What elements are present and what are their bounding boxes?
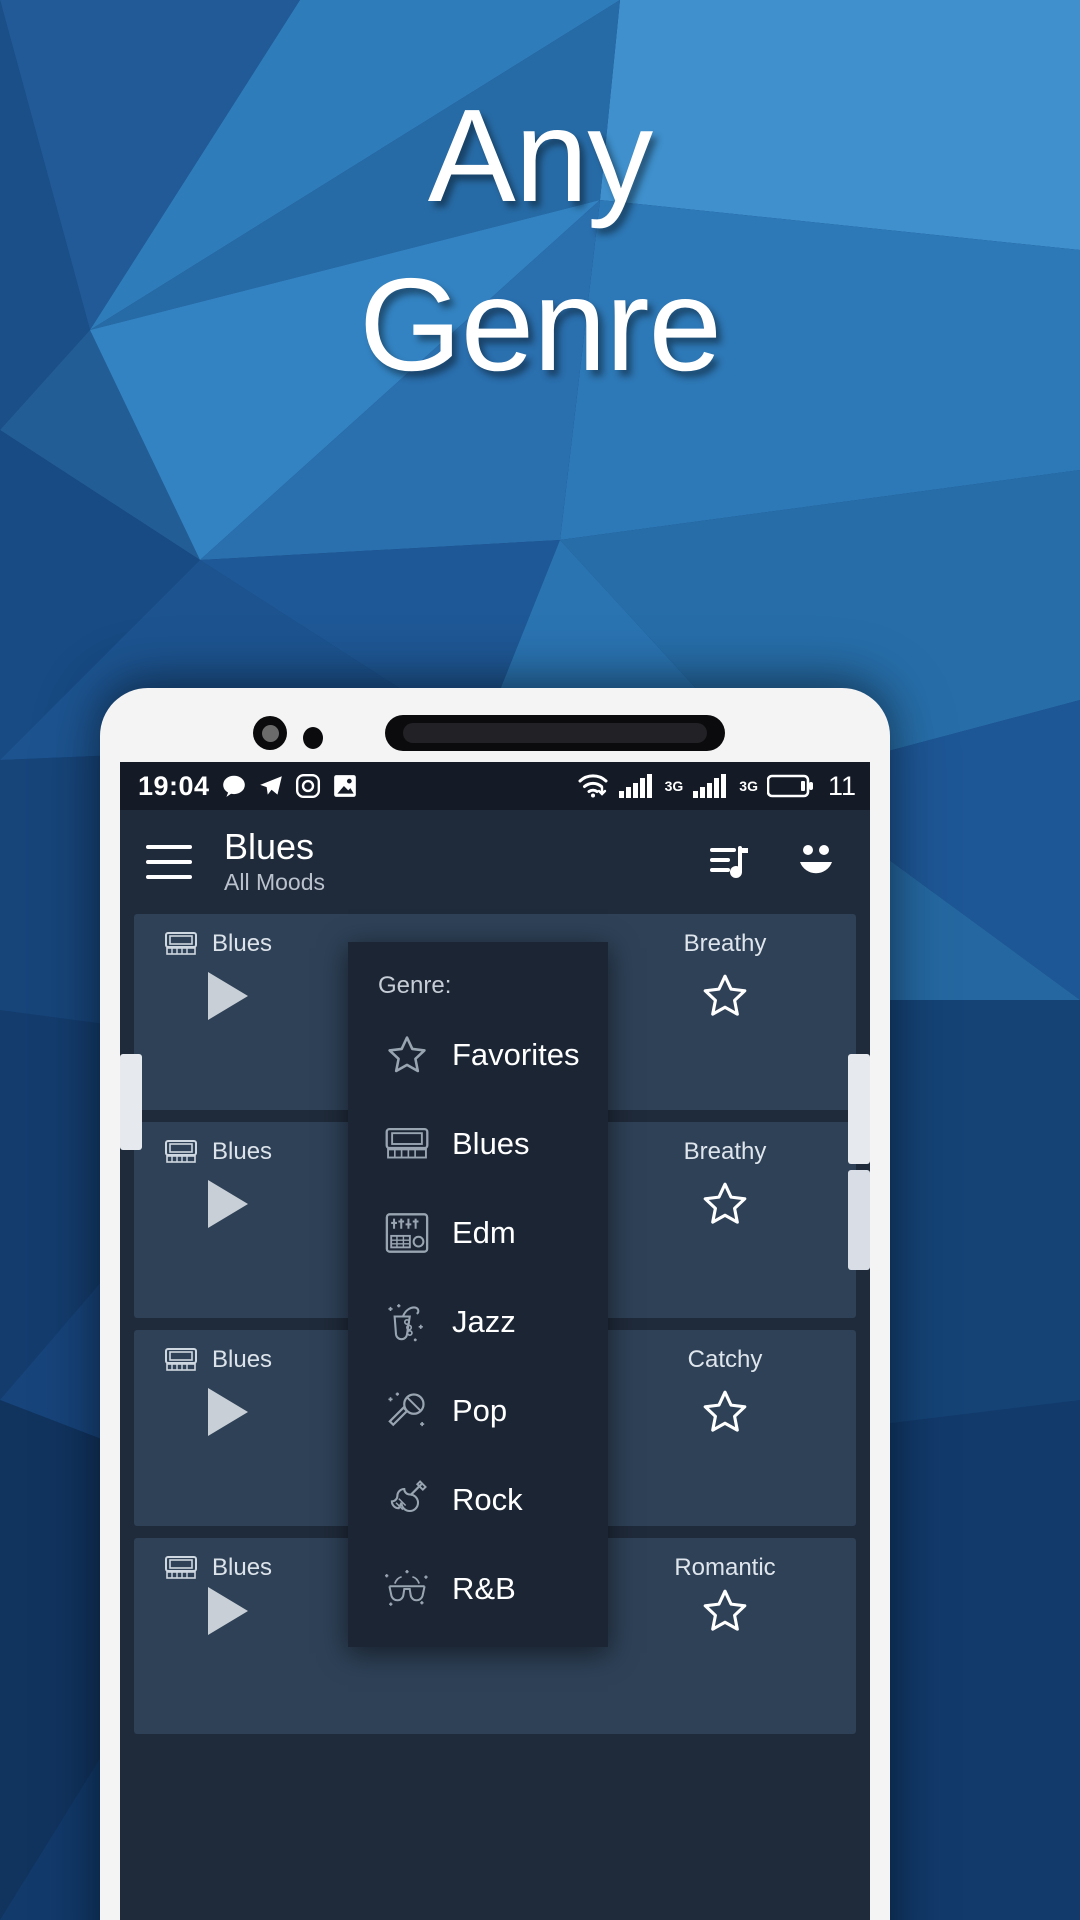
harmonica-icon — [164, 1139, 198, 1165]
battery-icon — [766, 773, 815, 799]
app-bar: Blues All Moods — [120, 810, 870, 914]
network-type-2: 3G — [739, 778, 758, 794]
app-bar-titleblock: Blues All Moods — [224, 828, 325, 896]
scroll-handle-left[interactable] — [120, 1054, 142, 1150]
microphone-icon — [376, 1389, 438, 1433]
menu-item-rnb[interactable]: R&B — [348, 1544, 608, 1633]
status-time: 19:04 — [138, 770, 210, 801]
menu-item-favorites[interactable]: Favorites — [348, 1010, 608, 1099]
favorite-button[interactable] — [620, 1179, 830, 1229]
harmonica-icon — [164, 1347, 198, 1373]
row-genre-label: Blues — [212, 1554, 273, 1581]
scroll-handle-right-2[interactable] — [848, 1170, 870, 1270]
menu-item-jazz[interactable]: Jazz — [348, 1277, 608, 1366]
menu-item-label: Pop — [452, 1392, 508, 1428]
star-icon — [376, 1033, 438, 1077]
harmonica-icon — [164, 931, 198, 957]
play-button[interactable] — [164, 1179, 374, 1228]
menu-item-label: Rock — [452, 1481, 523, 1517]
menu-item-label: Blues — [452, 1125, 530, 1161]
row-genre-label: Blues — [212, 930, 273, 957]
earpiece-speaker — [385, 715, 725, 751]
sunglasses-icon — [376, 1567, 438, 1611]
row-mood: Catchy — [687, 1346, 763, 1373]
network-type-1: 3G — [664, 778, 684, 794]
menu-item-blues[interactable]: Blues — [348, 1099, 608, 1188]
menu-item-label: R&B — [452, 1570, 516, 1606]
menu-item-rock[interactable]: Rock — [348, 1455, 608, 1544]
headline-line-2: Genre — [359, 250, 722, 398]
menu-item-pop[interactable]: Pop — [348, 1366, 608, 1455]
page-title: Blues — [224, 826, 315, 868]
menu-item-label: Favorites — [452, 1036, 580, 1072]
row-mood: Breathy — [683, 930, 767, 957]
phone-screen: 19:04 3G 3G 11 Blues All Moods Blues Bre… — [120, 762, 870, 1920]
smiley-face-icon[interactable] — [794, 842, 838, 882]
row-genre: Blues — [164, 1346, 374, 1374]
scroll-handle-right[interactable] — [848, 1054, 870, 1164]
photo-icon — [332, 773, 358, 799]
playlist-note-icon[interactable] — [710, 843, 752, 881]
dropdown-title: Genre: — [378, 972, 452, 999]
harmonica-icon — [164, 1555, 198, 1581]
play-icon — [208, 1179, 248, 1228]
menu-item-label: Edm — [452, 1214, 516, 1250]
phone-bezel-top — [100, 688, 890, 762]
menu-item-label: Jazz — [452, 1303, 516, 1339]
row-genre-label: Blues — [212, 1138, 273, 1165]
play-button[interactable] — [164, 1587, 374, 1635]
page-subtitle: All Moods — [224, 868, 325, 895]
front-camera-icon — [253, 716, 287, 750]
telegram-icon — [258, 773, 284, 799]
play-button[interactable] — [164, 971, 374, 1020]
message-icon — [221, 773, 247, 799]
star-icon — [703, 1390, 747, 1432]
harmonica-icon — [376, 1125, 438, 1163]
synth-icon — [376, 1211, 438, 1255]
signal-icon — [618, 773, 656, 799]
genre-dropdown-menu: Genre: Favorites Blues Edm Jazz Pop Rock… — [348, 942, 608, 1647]
electric-guitar-icon — [376, 1478, 438, 1522]
play-icon — [208, 1387, 248, 1436]
favorite-button[interactable] — [620, 971, 830, 1021]
menu-item-edm[interactable]: Edm — [348, 1188, 608, 1277]
hamburger-icon[interactable] — [146, 845, 192, 879]
signal-icon — [692, 773, 730, 799]
status-bar-left: 19:04 — [138, 771, 358, 802]
row-genre: Blues — [164, 930, 374, 958]
row-genre-label: Blues — [212, 1346, 273, 1373]
play-button[interactable] — [164, 1387, 374, 1436]
app-bar-actions — [710, 842, 844, 882]
promo-headline: Any Genre — [0, 72, 1080, 410]
row-mood: Breathy — [683, 1138, 767, 1165]
row-genre: Blues — [164, 1138, 374, 1166]
favorite-button[interactable] — [620, 1586, 830, 1636]
song-list: Blues Breathy F Bb I IV / Major — [120, 914, 870, 1920]
sensor-dot-icon — [303, 727, 323, 749]
play-icon — [208, 1587, 248, 1635]
headline-line-1: Any — [427, 82, 653, 229]
star-icon — [703, 1182, 747, 1224]
phone-mockup: 19:04 3G 3G 11 Blues All Moods Blues Bre… — [100, 688, 890, 1920]
status-bar-right: 3G 3G 11 — [577, 771, 856, 802]
saxophone-icon — [376, 1300, 438, 1344]
instagram-icon — [295, 773, 321, 799]
play-icon — [208, 971, 248, 1020]
row-mood: Romantic — [674, 1554, 776, 1581]
star-icon — [703, 1589, 747, 1631]
star-icon — [703, 974, 747, 1016]
wifi-download-icon — [577, 772, 609, 800]
status-bar: 19:04 3G 3G 11 — [120, 762, 870, 810]
favorite-button[interactable] — [620, 1387, 830, 1437]
battery-percent: 11 — [827, 770, 856, 801]
row-genre: Blues — [164, 1554, 374, 1582]
